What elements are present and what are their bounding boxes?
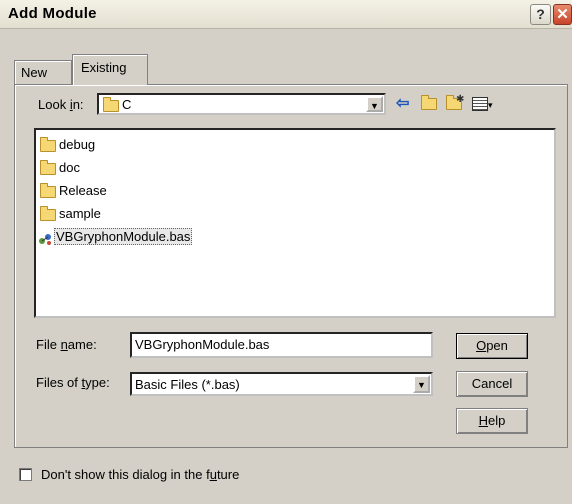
bas-file-icon (38, 232, 54, 245)
look-in-select[interactable]: C ▼ (97, 93, 386, 115)
tab-new[interactable]: New (14, 60, 72, 84)
tab-new-label: New (21, 65, 48, 80)
list-item[interactable]: doc (40, 159, 80, 177)
tab-existing-label: Existing (81, 60, 127, 75)
chevron-down-icon[interactable]: ▼ (366, 96, 383, 112)
add-module-dialog: Add Module ? ✕ New Existing Look in: C ▼… (0, 0, 572, 504)
view-menu-icon[interactable]: ▾ (472, 94, 493, 115)
list-item-selected[interactable]: VBGryphonModule.bas (38, 228, 193, 246)
back-icon[interactable]: ⇦ (396, 94, 409, 114)
open-button[interactable]: Open (456, 333, 528, 359)
help-title-button[interactable]: ? (530, 4, 551, 25)
folder-icon (103, 96, 119, 112)
dont-show-checkbox[interactable] (19, 468, 32, 481)
folder-icon (40, 182, 56, 198)
dialog-title: Add Module (8, 5, 97, 22)
dont-show-label: Don't show this dialog in the future (41, 467, 240, 482)
list-item[interactable]: debug (40, 136, 95, 154)
up-folder-icon[interactable] (421, 94, 437, 114)
tab-existing[interactable]: Existing (72, 54, 148, 85)
file-name-label: File name: (36, 337, 97, 352)
list-item[interactable]: sample (40, 205, 101, 223)
look-in-value: C (122, 97, 132, 112)
files-of-type-label: Files of type: (36, 375, 110, 390)
look-in-label: Look in: (38, 97, 84, 112)
folder-icon (40, 205, 56, 221)
folder-icon (40, 136, 56, 152)
file-list[interactable]: debug doc Release sample VBGryphonModule… (34, 128, 556, 318)
files-of-type-value: Basic Files (*.bas) (135, 377, 240, 392)
close-button[interactable]: ✕ (553, 4, 572, 25)
chevron-down-icon[interactable]: ▼ (413, 375, 430, 393)
title-bar: Add Module ? ✕ (0, 0, 572, 29)
help-button[interactable]: Help (456, 408, 528, 434)
folder-icon (40, 159, 56, 175)
files-of-type-select[interactable]: Basic Files (*.bas) ▼ (130, 372, 433, 396)
cancel-button[interactable]: Cancel (456, 371, 528, 397)
list-item[interactable]: Release (40, 182, 107, 200)
new-folder-icon[interactable]: ✱ (446, 94, 464, 114)
file-name-input[interactable]: VBGryphonModule.bas (130, 332, 433, 358)
